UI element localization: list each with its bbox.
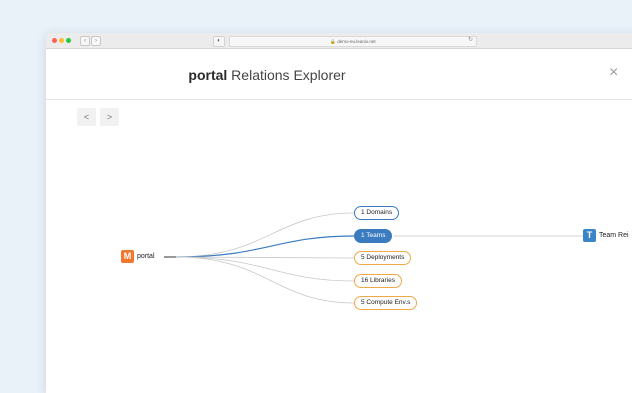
team-icon: T	[583, 229, 596, 242]
relation-pill-teams[interactable]: 1 Teams	[354, 229, 393, 243]
root-node-label[interactable]: portal	[137, 251, 155, 262]
browser-window: ‹ › ◐ 🔒 demo-eu.leanix.net ↻ portal Rela…	[46, 33, 632, 393]
factsheet-icon: M	[121, 250, 134, 263]
edge-teams	[175, 235, 355, 258]
relation-pill-domains[interactable]: 1 Domains	[354, 206, 400, 220]
team-node-label[interactable]: Team Rei	[599, 230, 629, 241]
relation-pill-libraries[interactable]: 16 Libraries	[354, 274, 402, 288]
relation-pill-deployments[interactable]: 5 Deployments	[354, 251, 412, 265]
relation-pill-compute-envs[interactable]: 5 Compute Env.s	[354, 296, 418, 310]
relations-graph	[164, 212, 583, 304]
edge-libraries	[175, 256, 355, 282]
edge-domains	[175, 212, 355, 258]
